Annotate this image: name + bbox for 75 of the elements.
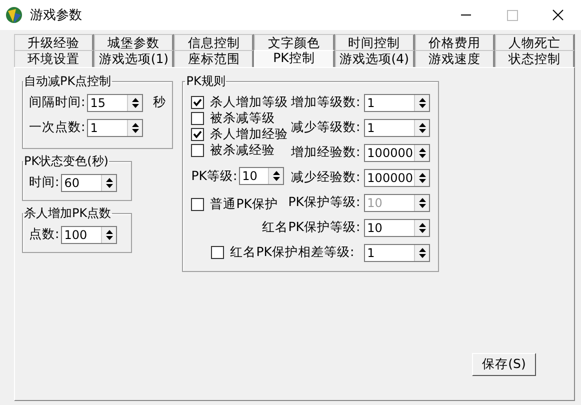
up-down-arrows-icon (418, 172, 427, 184)
spin-button[interactable] (414, 170, 430, 186)
tab[interactable]: 游戏选项(4) (334, 50, 415, 67)
group-title: 杀人增加PK点数 (23, 205, 112, 222)
up-down-arrows-icon (104, 228, 114, 240)
spin-button[interactable] (414, 244, 430, 260)
group-title: PK规则 (185, 73, 226, 90)
check-icon (193, 130, 202, 138)
up-down-arrows-icon (418, 96, 427, 108)
field-label: 红名PK保护等级: (262, 219, 360, 236)
tab[interactable]: 价格费用 (414, 34, 495, 50)
up-down-arrows-icon (418, 246, 427, 258)
spin-button[interactable] (268, 168, 284, 184)
spin-field[interactable]: 10 (239, 167, 284, 185)
save-button[interactable]: 保存(S) (472, 353, 536, 376)
field-label: PK等级: (191, 168, 238, 184)
up-down-arrows-icon (104, 176, 114, 188)
window-title: 游戏参数 (30, 7, 83, 24)
spin-field[interactable]: 1 (87, 118, 144, 136)
unit-label: 秒 (153, 94, 166, 111)
field-label: 减少经验数: (290, 169, 360, 186)
spin-field[interactable]: 100000 (364, 144, 430, 162)
spin-button[interactable] (101, 174, 116, 190)
up-down-arrows-icon (130, 122, 140, 134)
app-icon (4, 5, 24, 25)
tab[interactable]: 环境设置 (14, 50, 94, 67)
tab[interactable]: 游戏速度 (414, 50, 495, 67)
group-title: 自动减PK点控制 (23, 73, 112, 90)
checkbox[interactable]: 被杀减经验 (191, 142, 276, 158)
spin-field[interactable]: 1 (364, 244, 430, 262)
spin-field[interactable]: 100000 (364, 168, 430, 186)
spin-button[interactable] (127, 94, 142, 110)
spin-field[interactable]: 1 (364, 118, 430, 136)
tab[interactable]: 人物死亡 (494, 34, 575, 50)
field-label: 时间: (29, 174, 60, 191)
tab[interactable]: PK控制 (254, 50, 335, 67)
spin-field[interactable]: 1 (364, 94, 430, 112)
field-label: 一次点数: (29, 119, 86, 136)
checkbox[interactable]: 杀人增加等级 (191, 94, 288, 110)
tab[interactable]: 时间控制 (334, 34, 415, 50)
spin-button[interactable] (127, 120, 142, 136)
up-down-arrows-icon (418, 222, 427, 234)
field-label: 点数: (29, 226, 60, 243)
tab[interactable]: 文字颜色 (254, 34, 335, 50)
spin-button[interactable] (414, 120, 430, 136)
field-label: 增加经验数: (290, 144, 360, 161)
spin-button[interactable] (414, 144, 430, 160)
spin-field[interactable]: 10 (364, 218, 430, 236)
checkbox[interactable]: 普通PK保护 (191, 196, 278, 212)
group-title: PK状态变色(秒) (23, 153, 110, 170)
up-down-arrows-icon (418, 122, 427, 134)
up-down-arrows-icon (418, 146, 427, 158)
spin-field[interactable]: 15 (87, 94, 144, 112)
checkbox[interactable]: 被杀减等级 (191, 110, 276, 126)
up-down-arrows-icon (272, 170, 281, 182)
tab[interactable]: 升级经验 (14, 34, 94, 50)
tab[interactable]: 游戏选项(1) (94, 50, 174, 67)
up-down-arrows-icon (130, 96, 140, 108)
up-down-arrows-icon (418, 196, 427, 208)
tab[interactable]: 状态控制 (494, 50, 575, 67)
spin-button[interactable] (414, 94, 430, 110)
spin-button[interactable] (414, 220, 430, 236)
spin-field[interactable]: 100 (61, 226, 118, 244)
field-label: 增加等级数: (290, 94, 360, 111)
field-label: PK保护等级: (288, 194, 360, 211)
spin-field[interactable]: 60 (61, 174, 118, 192)
field-label: 间隔时间: (29, 94, 86, 111)
tab[interactable]: 座标范围 (174, 50, 254, 67)
spin-button[interactable] (101, 226, 116, 242)
checkbox[interactable]: 红名PK保护相差等级: (211, 244, 354, 261)
tab[interactable]: 信息控制 (174, 34, 254, 50)
checkbox[interactable]: 杀人增加经验 (191, 126, 288, 142)
tab[interactable]: 城堡参数 (94, 34, 174, 50)
check-icon (193, 98, 202, 106)
field-label: 减少等级数: (290, 119, 360, 136)
